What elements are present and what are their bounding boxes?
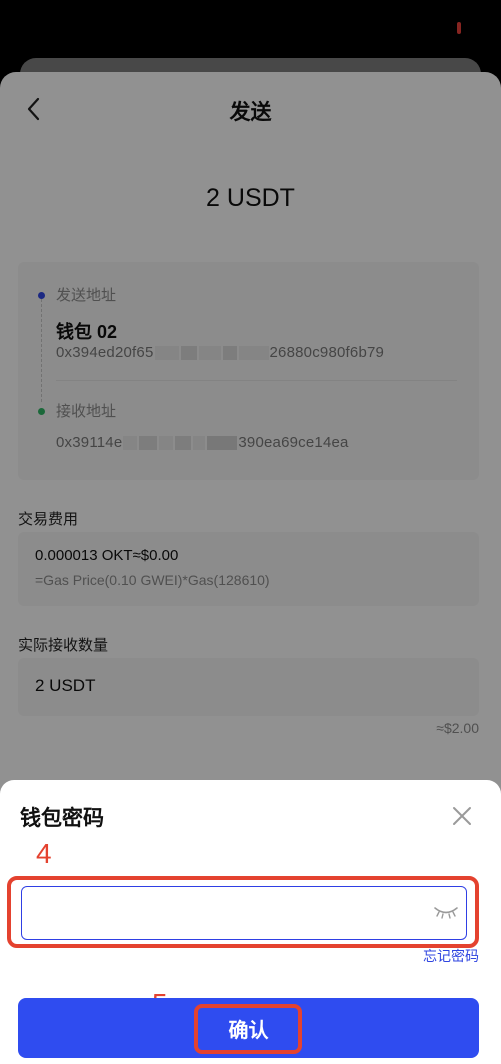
eye-closed-icon: [434, 907, 458, 919]
modal-title: 钱包密码: [20, 807, 104, 830]
step-annotation-4: 4: [36, 838, 52, 869]
password-input[interactable]: [21, 886, 467, 940]
close-button[interactable]: [448, 802, 476, 830]
forgot-password-link[interactable]: 忘记密码: [423, 946, 479, 966]
password-highlight: [7, 876, 479, 948]
confirm-highlight: [194, 1004, 302, 1054]
close-icon: [453, 807, 471, 825]
password-modal: 钱包密码 4 忘记密码 5 确认: [0, 780, 501, 1064]
toggle-visibility-button[interactable]: [431, 900, 461, 924]
confirm-button[interactable]: 确认: [18, 998, 479, 1058]
